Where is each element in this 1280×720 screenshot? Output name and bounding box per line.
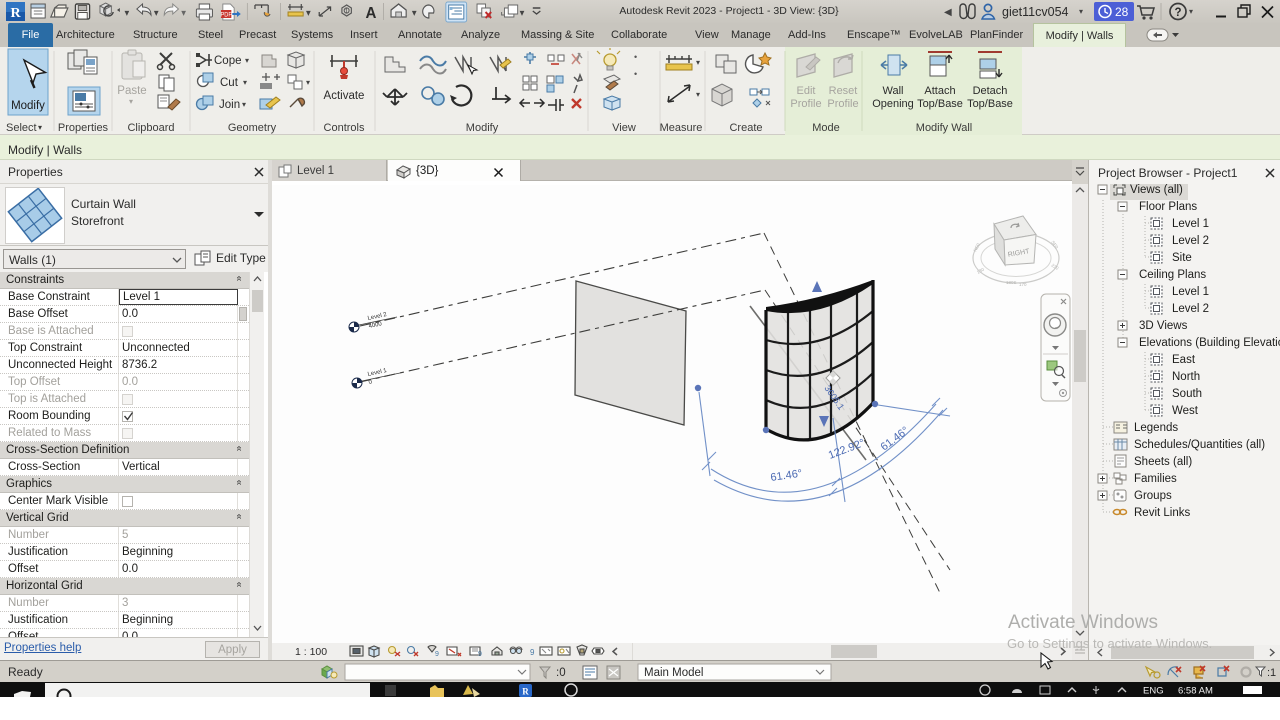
svg-text:Mode: Mode bbox=[812, 122, 840, 134]
svg-text:Measure: Measure bbox=[660, 122, 703, 134]
svg-text:6:58 AM: 6:58 AM bbox=[1178, 686, 1213, 697]
svg-text:170: 170 bbox=[1019, 282, 1027, 287]
svg-text:Site: Site bbox=[1172, 252, 1192, 264]
svg-text:Modify: Modify bbox=[11, 100, 45, 112]
svg-text:Controls: Controls bbox=[324, 122, 365, 134]
svg-text:Activate: Activate bbox=[324, 90, 365, 102]
svg-text:9: 9 bbox=[530, 648, 535, 657]
svg-text:Wall: Wall bbox=[883, 85, 904, 97]
svg-text:Top/Base: Top/Base bbox=[967, 98, 1013, 110]
svg-text:▾: ▾ bbox=[1189, 7, 1193, 16]
svg-text:28: 28 bbox=[1115, 5, 1129, 19]
svg-text:Properties: Properties bbox=[58, 122, 109, 134]
svg-text:▾: ▾ bbox=[181, 8, 186, 19]
svg-text:▾: ▾ bbox=[129, 97, 133, 106]
svg-text:Opening: Opening bbox=[872, 98, 914, 110]
svg-text:Reset: Reset bbox=[829, 85, 858, 97]
svg-text:Create: Create bbox=[729, 122, 762, 134]
svg-text:Paste: Paste bbox=[117, 85, 146, 97]
svg-text:Families: Families bbox=[1134, 473, 1177, 485]
svg-text:9: 9 bbox=[478, 651, 482, 658]
svg-text:East: East bbox=[1172, 354, 1196, 366]
svg-text:Top/Base: Top/Base bbox=[917, 98, 963, 110]
svg-text:▾: ▾ bbox=[242, 100, 246, 109]
svg-text:▾: ▾ bbox=[696, 58, 700, 67]
svg-text:North: North bbox=[1172, 371, 1200, 383]
svg-text:Profile: Profile bbox=[827, 98, 858, 110]
svg-text:Select: Select bbox=[6, 122, 37, 134]
svg-text:South: South bbox=[1172, 388, 1202, 400]
svg-text:ENG: ENG bbox=[1143, 686, 1164, 697]
svg-text:•: • bbox=[634, 52, 637, 62]
svg-text:3D Views: 3D Views bbox=[1139, 320, 1188, 332]
svg-text:View: View bbox=[612, 122, 636, 134]
svg-text:Profile: Profile bbox=[790, 98, 821, 110]
svg-text:9: 9 bbox=[435, 651, 439, 658]
svg-text:Project Browser - Project1: Project Browser - Project1 bbox=[1098, 166, 1238, 180]
svg-text:▾: ▾ bbox=[412, 8, 417, 19]
svg-text:Clipboard: Clipboard bbox=[127, 122, 174, 134]
svg-text:Level 1: Level 1 bbox=[1172, 286, 1209, 298]
svg-text:Level 2: Level 2 bbox=[1172, 235, 1209, 247]
svg-text:Join: Join bbox=[219, 99, 240, 111]
svg-text:Level 2: Level 2 bbox=[1172, 303, 1209, 315]
svg-text:PDF: PDF bbox=[220, 12, 232, 18]
svg-text:R: R bbox=[10, 6, 21, 21]
svg-text:Detach: Detach bbox=[973, 85, 1008, 97]
svg-text:Groups: Groups bbox=[1134, 490, 1172, 502]
svg-text:Modify Wall: Modify Wall bbox=[916, 122, 972, 134]
svg-text:Edit: Edit bbox=[797, 85, 816, 97]
svg-text:1 : 100: 1 : 100 bbox=[295, 646, 327, 658]
svg-text:▾: ▾ bbox=[38, 123, 42, 132]
svg-text:Elevations (Building Elevation: Elevations (Building Elevation bbox=[1139, 337, 1280, 349]
svg-text:▾: ▾ bbox=[306, 78, 310, 87]
svg-text:▾: ▾ bbox=[696, 90, 700, 99]
svg-text:giet11cv054: giet11cv054 bbox=[1002, 5, 1069, 19]
svg-text:1: 1 bbox=[345, 8, 349, 15]
svg-text:Revit Links: Revit Links bbox=[1134, 507, 1190, 519]
svg-text::1: :1 bbox=[1267, 667, 1276, 679]
svg-text:Sheets (all): Sheets (all) bbox=[1134, 456, 1192, 468]
svg-text:▾: ▾ bbox=[125, 8, 130, 19]
svg-text:Attach: Attach bbox=[924, 85, 955, 97]
svg-text:Modify: Modify bbox=[466, 122, 499, 134]
svg-text:▾: ▾ bbox=[243, 78, 247, 87]
svg-text:▾: ▾ bbox=[306, 8, 311, 19]
svg-text:Level 1: Level 1 bbox=[1172, 218, 1209, 230]
svg-text:180S: 180S bbox=[1006, 280, 1017, 285]
svg-text:West: West bbox=[1172, 405, 1199, 417]
svg-text:Ceiling Plans: Ceiling Plans bbox=[1139, 269, 1206, 281]
svg-text:Views (all): Views (all) bbox=[1130, 184, 1183, 196]
svg-text:Geometry: Geometry bbox=[228, 122, 277, 134]
svg-text:Main Model: Main Model bbox=[644, 667, 703, 679]
svg-text:Floor Plans: Floor Plans bbox=[1139, 201, 1197, 213]
svg-text:Cope: Cope bbox=[214, 55, 242, 67]
svg-text:▾: ▾ bbox=[245, 56, 249, 65]
svg-text::0: :0 bbox=[556, 667, 566, 679]
svg-text:•: • bbox=[634, 69, 637, 79]
svg-text:R: R bbox=[522, 687, 529, 697]
svg-text:Cut: Cut bbox=[220, 77, 239, 89]
svg-text:A: A bbox=[366, 5, 377, 22]
svg-text:▾: ▾ bbox=[154, 8, 159, 19]
svg-text:Schedules/Quantities (all): Schedules/Quantities (all) bbox=[1134, 439, 1265, 451]
svg-text:Legends: Legends bbox=[1134, 422, 1178, 434]
svg-text:▾: ▾ bbox=[1079, 7, 1083, 16]
svg-text:?: ? bbox=[1174, 7, 1181, 19]
